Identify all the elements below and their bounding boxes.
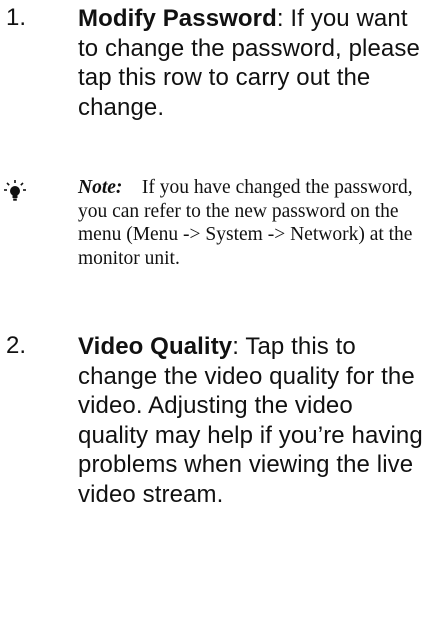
note-label: Note: (78, 177, 123, 198)
list-number: 2. (6, 332, 27, 359)
list-number: 1. (6, 4, 27, 31)
note-body: If you have changed the password, you ca… (78, 177, 418, 269)
lightbulb-icon (4, 180, 26, 202)
term-separator: : (232, 333, 240, 360)
list-item-description: Video Quality: Tap this to change the vi… (78, 332, 428, 509)
list-item-description: Modify Password: If you want to change t… (78, 4, 428, 122)
term-separator: : (276, 5, 284, 32)
term-modify-password: Modify Password (78, 5, 277, 32)
term-video-quality: Video Quality (78, 333, 233, 360)
note-text: Note: If you have changed the password, … (78, 176, 428, 270)
